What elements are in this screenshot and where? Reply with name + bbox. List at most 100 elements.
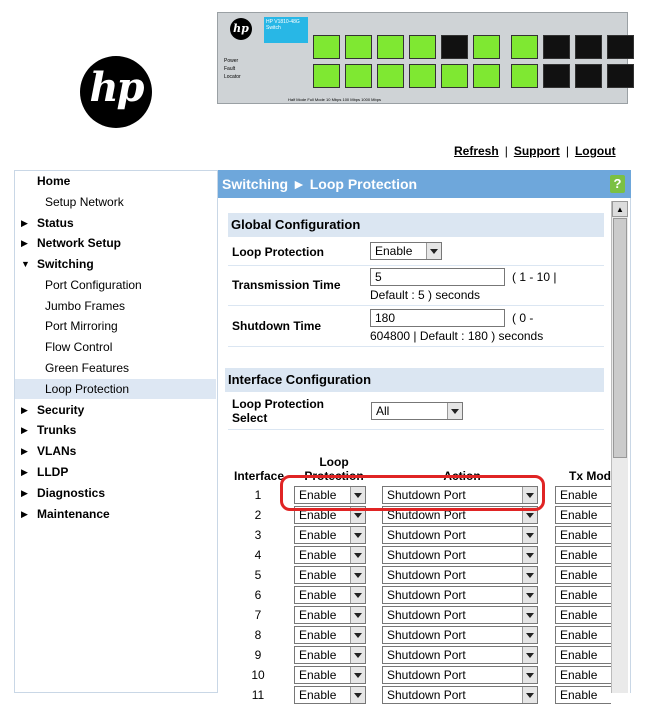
switch-legend: Half Mode Full Mode 10 Mbps 100 Mbps 100… — [288, 97, 381, 102]
loop-protection-cell-select[interactable]: Enable — [294, 686, 366, 704]
interface-number: 8 — [254, 628, 262, 642]
shutdown-time-label: Shutdown Time — [232, 319, 322, 333]
sidebar-item-loop-protection[interactable]: Loop Protection — [15, 379, 216, 399]
chevron-down-icon — [522, 567, 537, 583]
chevron-down-icon — [522, 687, 537, 703]
page-title: Switching ► Loop Protection — [222, 176, 418, 192]
sidebar-item-flow-control[interactable]: Flow Control — [15, 337, 216, 357]
sidebar-item-setup-network[interactable]: Setup Network — [15, 192, 216, 212]
window-top-edge — [0, 0, 658, 5]
tx-mode-cell-select[interactable]: Enable — [555, 506, 611, 524]
loop-protection-cell-select[interactable]: Enable — [294, 546, 366, 564]
chevron-down-icon — [350, 547, 365, 563]
expand-arrow-icon: ▶ — [21, 405, 28, 415]
interface-number: 7 — [254, 608, 262, 622]
interface-number: 6 — [254, 588, 262, 602]
help-icon[interactable]: ? — [610, 175, 625, 193]
sidebar-item-network-setup[interactable]: ▶ Network Setup — [15, 233, 216, 253]
scroll-up-icon[interactable]: ▲ — [612, 201, 628, 217]
chevron-down-icon — [426, 243, 441, 259]
sidebar-item-status[interactable]: ▶ Status — [15, 213, 216, 233]
chevron-down-icon — [350, 527, 365, 543]
expand-arrow-icon: ▶ — [21, 446, 28, 456]
interface-number: 11 — [251, 688, 265, 702]
shutdown-time-default: 604800 | Default : 180 ) seconds — [370, 329, 544, 343]
sidebar-item-vlans[interactable]: ▶ VLANs — [15, 441, 216, 461]
loop-protection-cell-select[interactable]: Enable — [294, 586, 366, 604]
sidebar-item-home[interactable]: Home — [15, 171, 216, 191]
vertical-scrollbar[interactable]: ▲ — [611, 201, 628, 693]
action-cell-select[interactable]: Shutdown Port — [382, 586, 538, 604]
port-9 — [441, 35, 468, 59]
action-cell-select[interactable]: Shutdown Port — [382, 566, 538, 584]
loop-protection-cell-select[interactable]: Enable — [294, 606, 366, 624]
tx-mode-cell-select[interactable]: Enable — [555, 646, 611, 664]
sidebar-item-jumbo-frames[interactable]: Jumbo Frames — [15, 296, 216, 316]
sidebar-item-switching[interactable]: ▼ Switching — [15, 254, 216, 274]
tx-mode-cell-select[interactable]: Enable — [555, 666, 611, 684]
action-cell-select[interactable]: Shutdown Port — [382, 626, 538, 644]
sidebar-item-trunks[interactable]: ▶ Trunks — [15, 420, 216, 440]
action-cell-select[interactable]: Shutdown Port — [382, 606, 538, 624]
sidebar-item-maintenance[interactable]: ▶ Maintenance — [15, 504, 216, 524]
support-link[interactable]: Support — [514, 144, 560, 158]
tx-mode-cell-select[interactable]: Enable — [555, 686, 611, 704]
transmission-time-hint: ( 1 - 10 | — [512, 270, 557, 284]
loop-protection-cell-select[interactable]: Enable — [294, 526, 366, 544]
sidebar-nav: Home Setup Network ▶ Status ▶ Network Setu… — [14, 170, 217, 693]
table-row: 5 Enable Shutdown Port Enable — [228, 565, 611, 585]
sidebar-item-port-mirroring[interactable]: Port Mirroring — [15, 316, 216, 336]
chevron-down-icon — [350, 587, 365, 603]
action-cell-select[interactable]: Shutdown Port — [382, 546, 538, 564]
loop-protection-cell-select[interactable]: Enable — [294, 646, 366, 664]
tx-mode-cell-select[interactable]: Enable — [555, 566, 611, 584]
loop-protection-cell-select[interactable]: Enable — [294, 626, 366, 644]
action-cell-select[interactable]: Shutdown Port — [382, 646, 538, 664]
chevron-down-icon — [522, 667, 537, 683]
sidebar-item-lldp[interactable]: ▶ LLDP — [15, 462, 216, 482]
sidebar-item-port-configuration[interactable]: Port Configuration — [15, 275, 216, 295]
port-12 — [473, 64, 500, 88]
action-cell-select[interactable]: Shutdown Port — [382, 666, 538, 684]
shutdown-time-row: Shutdown Time 180 ( 0 - 604800 | Default… — [228, 307, 604, 347]
action-cell-select[interactable]: Shutdown Port — [382, 526, 538, 544]
hp-logo: hp — [80, 56, 152, 128]
transmission-time-input[interactable]: 5 — [370, 268, 505, 286]
table-row: 6 Enable Shutdown Port Enable — [228, 585, 611, 605]
port-4 — [345, 64, 372, 88]
chevron-down-icon — [447, 403, 462, 419]
refresh-link[interactable]: Refresh — [454, 144, 499, 158]
tx-mode-cell-select[interactable]: Enable — [555, 486, 611, 504]
expand-arrow-icon: ▶ — [21, 425, 28, 435]
chevron-down-icon — [522, 647, 537, 663]
logout-link[interactable]: Logout — [575, 144, 616, 158]
port-7 — [409, 35, 436, 59]
sidebar-item-green-features[interactable]: Green Features — [15, 358, 216, 378]
shutdown-time-input[interactable]: 180 — [370, 309, 505, 327]
interface-select[interactable]: All — [371, 402, 463, 420]
port-20 — [607, 64, 634, 88]
interface-number: 5 — [254, 568, 262, 582]
action-cell-select[interactable]: Shutdown Port — [382, 686, 538, 704]
interface-number: 4 — [254, 548, 262, 562]
chevron-down-icon — [522, 607, 537, 623]
tx-mode-cell-select[interactable]: Enable — [555, 526, 611, 544]
port-1 — [313, 35, 340, 59]
sidebar-item-diagnostics[interactable]: ▶ Diagnostics — [15, 483, 216, 503]
table-row: 3 Enable Shutdown Port Enable — [228, 525, 611, 545]
expand-arrow-icon: ▶ — [21, 238, 28, 248]
sidebar-item-security[interactable]: ▶ Security — [15, 400, 216, 420]
tx-mode-cell-select[interactable]: Enable — [555, 626, 611, 644]
loop-protection-select[interactable]: Enable — [370, 242, 442, 260]
collapse-arrow-icon: ▼ — [21, 259, 30, 269]
highlight-annotation — [280, 475, 545, 511]
port-8 — [409, 64, 436, 88]
scrollbar-thumb[interactable] — [613, 218, 627, 458]
tx-mode-cell-select[interactable]: Enable — [555, 546, 611, 564]
tx-mode-cell-select[interactable]: Enable — [555, 606, 611, 624]
loop-protection-cell-select[interactable]: Enable — [294, 566, 366, 584]
tx-mode-cell-select[interactable]: Enable — [555, 586, 611, 604]
port-16 — [543, 64, 570, 88]
loop-protection-cell-select[interactable]: Enable — [294, 666, 366, 684]
loop-protection-select-label: Loop Protection Select — [232, 397, 324, 425]
